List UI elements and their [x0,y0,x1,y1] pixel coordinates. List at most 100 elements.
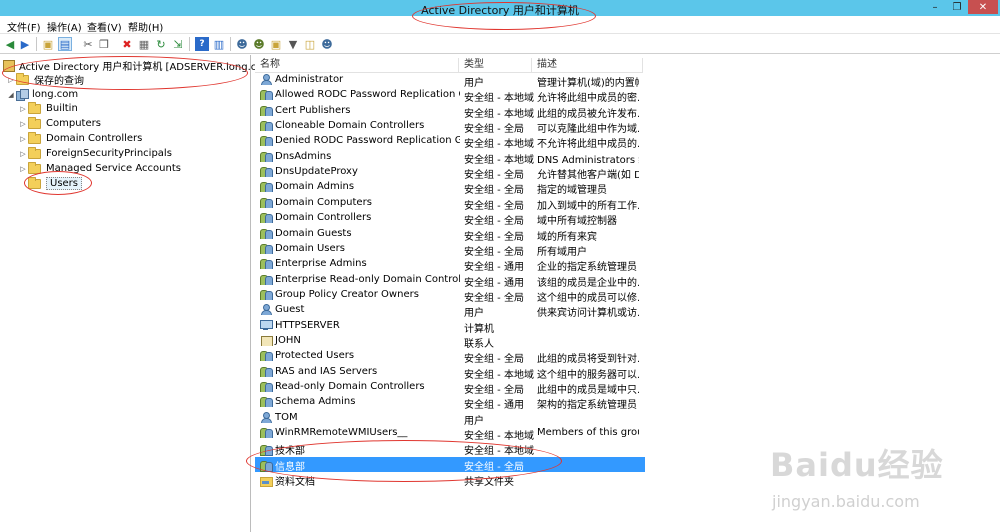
watermark-logo: Baidu经验 [770,446,944,484]
cell-name: 技术部 [260,442,460,457]
row-name: DnsUpdateProxy [275,166,358,178]
table-row[interactable]: Denied RODC Password Replication Group 安全… [255,134,645,150]
table-row[interactable]: Domain Admins 安全组 - 全局 指定的域管理员 [255,180,645,196]
add-to-group-icon[interactable]: ☻ [320,37,334,51]
table-row[interactable]: Read-only Domain Controllers 安全组 - 全局 此组中的… [255,380,645,396]
column-description[interactable]: 描述 [532,58,643,73]
tree-item-domain-controllers[interactable]: ▷ Domain Controllers [18,131,142,146]
cell-type: 计算机 [464,323,494,335]
show-tree-icon[interactable]: ▤ [58,37,72,51]
minimize-button[interactable]: – [924,0,946,14]
export-icon[interactable]: ⇲ [171,37,185,51]
table-row[interactable]: Domain Guests 安全组 - 全局 域的所有来宾 [255,227,645,243]
tree-item-builtin[interactable]: ▷ Builtin [18,101,78,116]
close-button[interactable]: ✕ [968,0,998,14]
group-icon [260,258,273,270]
table-row[interactable]: Domain Users 安全组 - 全局 所有域用户 [255,242,645,258]
delete-icon[interactable]: ✖ [120,37,134,51]
tree-root[interactable]: Active Directory 用户和计算机 [ADSERVER.long.c… [3,58,276,73]
restore-button[interactable]: ❐ [946,0,968,14]
table-row[interactable]: 资料文档 共享文件夹 [255,472,645,488]
table-row[interactable]: Administrator 用户 管理计算机(域)的内置帐... [255,73,645,89]
expand-icon[interactable]: ▷ [18,105,28,113]
new-ou-icon[interactable]: ▣ [269,37,283,51]
collapse-icon[interactable]: ◢ [6,91,16,99]
table-row[interactable]: Guest 用户 供来宾访问计算机或访... [255,303,645,319]
row-name: Enterprise Read-only Domain Controllers [275,273,460,285]
menu-file[interactable]: 文件(F) [7,19,41,34]
find-icon[interactable]: ◫ [303,37,317,51]
table-row[interactable]: Domain Computers 安全组 - 全局 加入到域中的所有工作... [255,196,645,212]
cell-name: Administrator [260,74,460,85]
filter-icon[interactable]: ▼ [286,37,300,51]
group-icon [260,181,273,193]
column-name[interactable]: 名称 [255,58,459,73]
tree-item-domain[interactable]: ◢ long.com [6,87,78,102]
table-row[interactable]: RAS and IAS Servers 安全组 - 本地域 这个组中的服务器可以..… [255,365,645,381]
expand-icon[interactable]: ▷ [6,76,16,84]
expand-icon[interactable]: ▷ [18,135,28,143]
view-icon[interactable]: ▥ [212,37,226,51]
table-row[interactable]: TOM 用户 [255,411,645,427]
up-folder-icon[interactable]: ▣ [41,37,55,51]
cell-type: 安全组 - 全局 [464,216,524,228]
cell-type: 安全组 - 本地域 [464,431,534,443]
cell-name: Domain Controllers [260,212,460,224]
cell-name: 资料文档 [260,473,460,488]
cell-description: Members of this grou... [537,427,639,439]
cell-description: 加入到域中的所有工作... [537,200,639,212]
table-row[interactable]: 技术部 安全组 - 本地域 [255,441,645,457]
table-row[interactable]: DnsUpdateProxy 安全组 - 全局 允许替其他客户端(如 D... [255,165,645,181]
cell-description: 允许将此组中成员的密... [537,93,639,105]
table-row[interactable]: Schema Admins 安全组 - 通用 架构的指定系统管理员 [255,395,645,411]
cell-name: 信息部 [260,458,460,473]
tree-item-managed-service-accounts[interactable]: ▷ Managed Service Accounts [18,161,181,176]
table-row[interactable]: Domain Controllers 安全组 - 全局 域中所有域控制器 [255,211,645,228]
table-row[interactable]: HTTPSERVER 计算机 [255,319,645,335]
row-name: Domain Controllers [275,212,372,224]
table-row[interactable]: DnsAdmins 安全组 - 本地域 DNS Administrators 组 [255,150,645,166]
expand-icon[interactable]: ▷ [18,120,28,128]
row-name: Cert Publishers [275,104,351,116]
table-row[interactable]: Allowed RODC Password Replication Group 安… [255,88,645,105]
cell-name: Guest [260,304,460,316]
tree-item-foreign-security-principals[interactable]: ▷ ForeignSecurityPrincipals [18,146,172,161]
cell-description: 管理计算机(域)的内置帐... [537,78,639,89]
new-group-icon[interactable]: ☻ [252,37,266,51]
properties-icon[interactable]: ▦ [137,37,151,51]
expand-icon[interactable]: ▷ [18,165,28,173]
forward-icon[interactable]: ▶ [18,37,32,51]
tree-item-saved-queries[interactable]: ▷ 保存的查询 [6,72,84,87]
new-user-icon[interactable]: ☻ [235,37,249,51]
table-row[interactable]: Group Policy Creator Owners 安全组 - 全局 这个组中的… [255,288,645,304]
table-row[interactable]: Enterprise Read-only Domain Controllers 安… [255,273,645,289]
tree-item-computers[interactable]: ▷ Computers [18,116,101,131]
table-row[interactable]: JOHN 联系人 [255,334,645,350]
expand-icon[interactable]: ▷ [18,150,28,158]
table-row[interactable]: WinRMRemoteWMIUsers__ 安全组 - 本地域 Members of… [255,426,645,443]
tree-item-users[interactable]: Users [18,176,83,191]
group-icon [260,460,273,472]
tree-item-label: 保存的查询 [34,76,84,87]
table-row[interactable]: Protected Users 安全组 - 全局 此组的成员将受到针对... [255,349,645,366]
cell-description: 此组的成员将受到针对... [537,354,639,366]
copy-icon[interactable]: ❐ [97,37,111,51]
toolbar-separator [189,37,190,51]
column-type[interactable]: 类型 [459,58,532,73]
cell-name: Cert Publishers [260,105,460,116]
table-row[interactable]: Cert Publishers 安全组 - 本地域 此组的成员被允许发布... [255,104,645,120]
menu-help[interactable]: 帮助(H) [128,19,163,34]
help-icon[interactable]: ? [195,37,209,51]
row-name: Read-only Domain Controllers [275,381,425,392]
table-row[interactable]: Cloneable Domain Controllers 安全组 - 全局 可以克隆… [255,119,645,135]
tree-item-label: Domain Controllers [46,133,143,144]
cut-icon[interactable]: ✂ [81,37,95,51]
back-icon[interactable]: ◀ [3,37,17,51]
table-row[interactable]: Enterprise Admins 安全组 - 通用 企业的指定系统管理员 [255,257,645,273]
menu-view[interactable]: 查看(V) [87,19,122,34]
menu-action[interactable]: 操作(A) [47,19,82,34]
cell-type: 安全组 - 通用 [464,277,524,289]
refresh-icon[interactable]: ↻ [154,37,168,51]
tree-item-label: Computers [46,118,101,129]
table-row[interactable]: 信息部 安全组 - 全局 [255,456,645,473]
